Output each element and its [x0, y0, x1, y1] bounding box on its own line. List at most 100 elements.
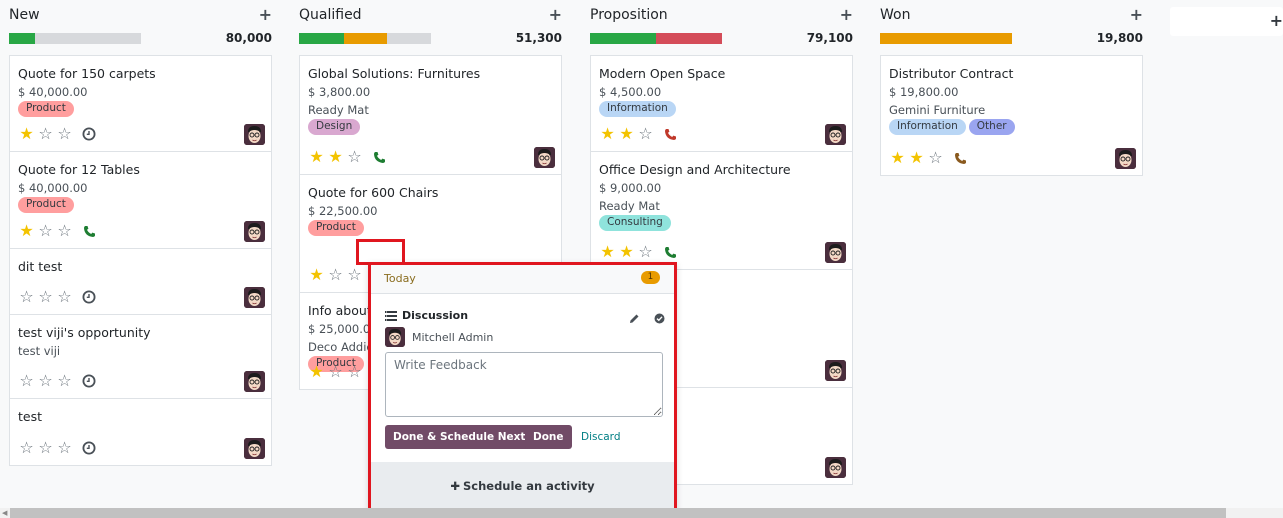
star-empty-icon[interactable]: ☆	[327, 267, 344, 283]
activity-button[interactable]	[952, 150, 968, 166]
star-empty-icon[interactable]: ☆	[927, 150, 944, 166]
column-title[interactable]: Proposition	[590, 7, 668, 23]
kanban-card[interactable]: test viji's opportunity test viji ☆ ☆ ☆	[10, 315, 271, 399]
column-title[interactable]: New	[9, 7, 40, 23]
star-filled-icon[interactable]: ★	[618, 244, 635, 260]
add-card-icon[interactable]: +	[1130, 5, 1143, 24]
progress-segment[interactable]	[590, 33, 656, 44]
activity-button[interactable]	[662, 126, 678, 142]
priority-stars[interactable]: ☆☆☆	[18, 289, 73, 305]
mark-done-button[interactable]	[654, 309, 665, 328]
star-empty-icon[interactable]: ☆	[37, 126, 54, 142]
kanban-card[interactable]: Global Solutions: Furnitures $ 3,800.00 Re…	[300, 56, 561, 175]
column-progress-bar[interactable]	[590, 33, 722, 44]
star-filled-icon[interactable]: ★	[308, 267, 325, 283]
card-amount: $ 4,500.00	[599, 85, 662, 99]
kanban-card[interactable]: Office Design and Architecture $ 9,000.00…	[591, 152, 852, 270]
star-filled-icon[interactable]: ★	[18, 223, 35, 239]
discard-button[interactable]: Discard	[581, 425, 620, 449]
priority-stars[interactable]: ★ ☆ ☆	[308, 267, 363, 283]
progress-segment[interactable]	[9, 33, 36, 44]
card-title: Global Solutions: Furnitures	[308, 66, 481, 81]
star-filled-icon[interactable]: ★	[908, 150, 925, 166]
progress-segment[interactable]	[387, 33, 431, 44]
progress-segment[interactable]	[343, 33, 388, 44]
activity-button[interactable]	[371, 149, 387, 165]
star-empty-icon[interactable]: ☆	[37, 289, 54, 305]
scrollbar-thumb[interactable]	[10, 508, 1226, 518]
star-empty-icon[interactable]: ☆	[37, 373, 54, 389]
star-empty-icon[interactable]: ☆	[18, 373, 35, 389]
schedule-activity-button[interactable]: ✚ Schedule an activity	[371, 462, 674, 509]
priority-stars[interactable]: ☆☆☆	[18, 440, 73, 456]
add-column-button[interactable]: +	[1170, 7, 1283, 36]
kanban-card[interactable]: test ☆ ☆ ☆	[10, 399, 271, 465]
card-footer: ★ ★ ☆	[889, 145, 1142, 171]
add-card-icon[interactable]: +	[549, 5, 562, 24]
star-filled-icon[interactable]: ★	[889, 150, 906, 166]
column-progress-bar[interactable]	[880, 33, 1012, 44]
progress-segment[interactable]	[880, 33, 1012, 44]
horizontal-scrollbar[interactable]: ◀	[0, 508, 1283, 518]
star-empty-icon[interactable]: ☆	[346, 149, 363, 165]
check-circle-icon	[654, 313, 665, 324]
star-empty-icon[interactable]: ☆	[637, 126, 654, 142]
column-progress-bar[interactable]	[299, 33, 431, 44]
progress-segment[interactable]	[656, 33, 722, 44]
activity-button[interactable]	[81, 440, 97, 456]
activity-button[interactable]	[81, 126, 97, 142]
star-filled-icon[interactable]: ★	[308, 364, 325, 380]
star-filled-icon[interactable]: ★	[327, 149, 344, 165]
star-empty-icon[interactable]: ☆	[18, 440, 35, 456]
star-empty-icon[interactable]: ☆	[327, 364, 344, 380]
star-empty-icon[interactable]: ☆	[56, 223, 73, 239]
priority-stars[interactable]: ★ ★ ☆	[599, 126, 654, 142]
kanban-card[interactable]: Distributor Contract $ 19,800.00 Gemini Fu…	[881, 56, 1142, 175]
progress-segment[interactable]	[299, 33, 344, 44]
column-progress-bar[interactable]	[9, 33, 141, 44]
priority-stars[interactable]: ★ ★ ☆	[599, 244, 654, 260]
add-card-icon[interactable]: +	[840, 5, 853, 24]
done-button[interactable]: Done	[525, 425, 572, 449]
star-empty-icon[interactable]: ☆	[56, 440, 73, 456]
star-filled-icon[interactable]: ★	[599, 244, 616, 260]
kanban-card[interactable]: Quote for 150 carpets $ 40,000.00 Product ★…	[10, 56, 271, 152]
star-empty-icon[interactable]: ☆	[56, 373, 73, 389]
activity-button[interactable]	[81, 223, 97, 239]
star-empty-icon[interactable]: ☆	[56, 289, 73, 305]
priority-stars[interactable]: ★ ★ ☆	[889, 150, 944, 166]
clock-icon	[82, 374, 96, 388]
star-empty-icon[interactable]: ☆	[37, 223, 54, 239]
activity-button[interactable]	[662, 244, 678, 260]
add-card-icon[interactable]: +	[259, 5, 272, 24]
star-empty-icon[interactable]: ☆	[37, 440, 54, 456]
priority-stars[interactable]: ★ ☆ ☆	[18, 126, 73, 142]
star-empty-icon[interactable]: ☆	[346, 267, 363, 283]
kanban-card[interactable]: dit test ☆ ☆ ☆	[10, 249, 271, 315]
priority-stars[interactable]: ★ ★ ☆	[308, 149, 363, 165]
activity-title[interactable]: Discussion	[385, 309, 468, 322]
star-filled-icon[interactable]: ★	[618, 126, 635, 142]
edit-activity-button[interactable]	[629, 309, 640, 328]
feedback-textarea[interactable]	[385, 352, 663, 417]
activity-button[interactable]	[81, 373, 97, 389]
star-empty-icon[interactable]: ☆	[637, 244, 654, 260]
star-filled-icon[interactable]: ★	[599, 126, 616, 142]
kanban-card[interactable]: Quote for 12 Tables $ 40,000.00 Product ★ ☆ ☆	[10, 152, 271, 249]
card-amount: $ 19,800.00	[889, 85, 959, 99]
star-filled-icon[interactable]: ★	[18, 126, 35, 142]
star-filled-icon[interactable]: ★	[308, 149, 325, 165]
column-title[interactable]: Qualified	[299, 7, 362, 23]
priority-stars[interactable]: ★ ☆ ☆	[18, 223, 73, 239]
column-title[interactable]: Won	[880, 7, 910, 23]
priority-stars[interactable]: ☆☆☆	[18, 373, 73, 389]
star-empty-icon[interactable]: ☆	[18, 289, 35, 305]
activity-button[interactable]	[81, 289, 97, 305]
progress-segment[interactable]	[35, 33, 141, 44]
kanban-card[interactable]: Modern Open Space $ 4,500.00 Information ★ ★…	[591, 56, 852, 152]
priority-stars[interactable]: ★ ☆ ☆	[308, 364, 363, 380]
star-empty-icon[interactable]: ☆	[346, 364, 363, 380]
scroll-left-arrow-icon[interactable]: ◀	[2, 509, 7, 517]
done-schedule-next-button[interactable]: Done & Schedule Next	[385, 425, 534, 449]
star-empty-icon[interactable]: ☆	[56, 126, 73, 142]
